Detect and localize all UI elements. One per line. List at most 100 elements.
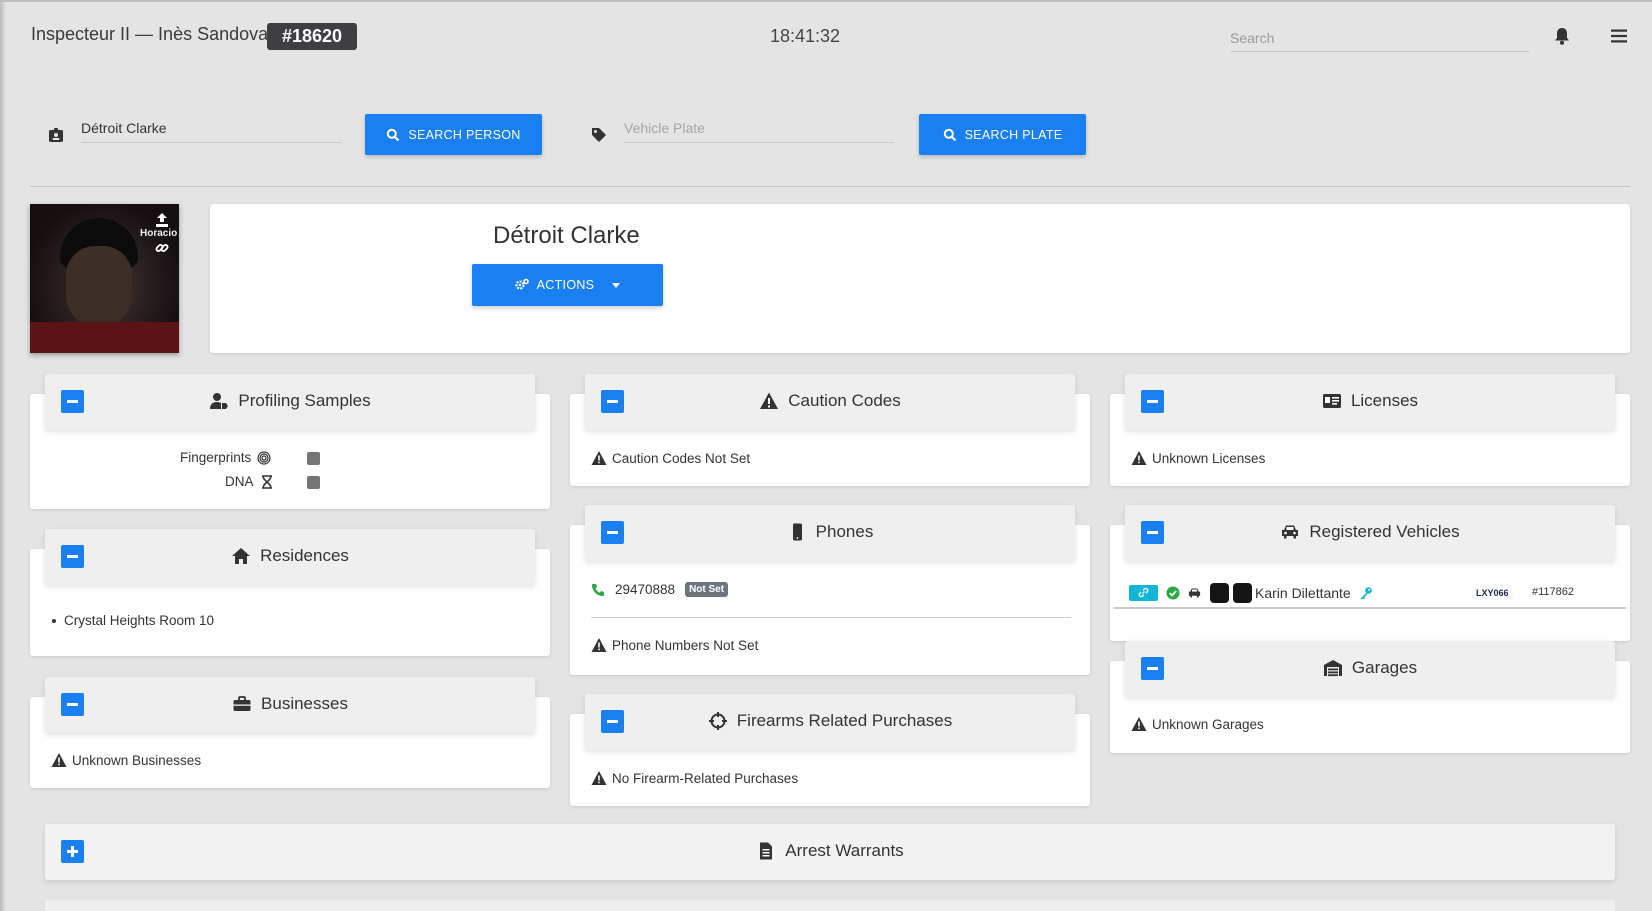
dna-label: DNA <box>225 474 254 489</box>
search-plate-button[interactable]: SEARCH PLATE <box>919 114 1086 155</box>
vehicle-name: Karin Dilettante <box>1255 585 1351 601</box>
warning-icon <box>760 392 779 409</box>
profile-card: Détroit Clarke ACTIONS <box>210 204 1630 353</box>
profiling-samples-title: Profiling Samples <box>238 391 371 410</box>
upload-icon[interactable] <box>154 212 170 228</box>
businesses-title: Businesses <box>261 694 348 713</box>
id-badge-icon <box>49 128 63 142</box>
person-search-input[interactable] <box>81 113 341 143</box>
top-border <box>0 0 1652 2</box>
phones-card: Phones 29470888 Not Set Phone Numbers No… <box>570 505 1090 675</box>
link-icon[interactable] <box>154 240 170 256</box>
residences-title: Residences <box>260 546 349 565</box>
licenses-message: Unknown Licenses <box>1131 450 1265 466</box>
not-set-badge: Not Set <box>685 582 729 597</box>
garages-card: Garages Unknown Garages <box>1110 641 1630 753</box>
search-person-button[interactable]: SEARCH PERSON <box>365 114 542 155</box>
mobile-phone-icon <box>792 523 802 541</box>
dna-icon <box>261 474 272 489</box>
actions-dropdown-button[interactable]: ACTIONS <box>472 264 663 306</box>
officer-title: Inspecteur II — Inès Sandoval <box>31 24 273 44</box>
link-icon <box>1138 587 1149 598</box>
vehicle-color-secondary <box>1233 583 1252 603</box>
warning-icon <box>591 451 607 465</box>
phones-separator <box>591 617 1071 618</box>
vehicle-row[interactable]: Karin Dilettante LXY066 #117862 <box>1114 579 1626 609</box>
businesses-header: Businesses <box>45 677 535 733</box>
clock: 18:41:32 <box>770 26 841 46</box>
bell-icon[interactable] <box>1552 26 1572 46</box>
profiling-samples-header: Profiling Samples <box>45 374 535 430</box>
residence-item: Crystal Heights Room 10 <box>52 613 214 628</box>
warning-icon <box>51 753 67 767</box>
phones-header: Phones <box>585 505 1075 561</box>
licenses-header: Licenses <box>1125 374 1615 430</box>
key-icon[interactable] <box>1359 586 1373 600</box>
licenses-card: Licenses Unknown Licenses <box>1110 374 1630 486</box>
car-icon <box>1188 588 1201 598</box>
dna-checkbox[interactable] <box>307 476 320 489</box>
residences-header: Residences <box>45 529 535 585</box>
warning-icon <box>591 771 607 785</box>
profiling-samples-card: Profiling Samples Fingerprints DNA <box>30 374 550 509</box>
phone-icon <box>592 583 604 596</box>
firearms-message: No Firearm-Related Purchases <box>591 770 798 786</box>
phones-message: Phone Numbers Not Set <box>591 637 758 653</box>
search-icon <box>943 128 956 141</box>
badge-number: #18620 <box>267 23 358 50</box>
arrest-warrants-title: Arrest Warrants <box>785 841 904 860</box>
cogs-icon <box>515 278 529 290</box>
user-tag-icon <box>210 393 229 409</box>
id-card-icon <box>1322 394 1341 408</box>
photo-caption: Horacio Ga <box>140 228 179 239</box>
warning-icon <box>591 638 607 652</box>
caution-codes-message: Caution Codes Not Set <box>591 450 750 466</box>
licenses-title: Licenses <box>1350 391 1419 410</box>
profile-photo: Horacio Ga <box>30 204 179 353</box>
vehicle-link-button[interactable] <box>1129 585 1158 601</box>
vehicle-color-primary <box>1210 583 1229 603</box>
firearms-header: Firearms Related Purchases <box>585 694 1075 750</box>
left-edge-shadow <box>0 0 6 911</box>
phone-row: 29470888 Not Set <box>591 582 729 597</box>
garages-header: Garages <box>1125 641 1615 697</box>
arrest-warrants-card: Arrest Warrants <box>30 824 1630 880</box>
photo-face <box>66 246 132 328</box>
briefcase-icon <box>233 696 251 711</box>
file-alt-icon <box>760 842 773 860</box>
photo-shirt <box>30 322 179 353</box>
fingerprints-label: Fingerprints <box>180 450 252 465</box>
caution-codes-header: Caution Codes <box>585 374 1075 430</box>
firearms-title: Firearms Related Purchases <box>736 711 953 730</box>
businesses-message: Unknown Businesses <box>51 752 201 768</box>
businesses-card: Businesses Unknown Businesses <box>30 677 550 788</box>
phones-title: Phones <box>815 522 874 541</box>
caution-codes-title: Caution Codes <box>788 391 901 410</box>
menu-icon[interactable] <box>1609 26 1629 46</box>
registered-vehicles-card: Registered Vehicles Karin Dilettante LXY… <box>1110 505 1630 641</box>
registered-vehicles-header: Registered Vehicles <box>1125 505 1615 561</box>
warning-icon <box>1131 717 1147 731</box>
check-circle-icon <box>1166 586 1180 600</box>
section-divider <box>30 186 1630 187</box>
tag-icon <box>592 128 606 142</box>
caution-codes-card: Caution Codes Caution Codes Not Set <box>570 374 1090 486</box>
global-search-input[interactable] <box>1230 24 1530 52</box>
crosshairs-icon <box>708 712 727 730</box>
phone-number[interactable]: 29470888 <box>615 582 675 597</box>
vehicle-plate: LXY066 <box>1472 587 1513 599</box>
profile-name: Détroit Clarke <box>493 222 640 249</box>
search-person-label: SEARCH PERSON <box>408 127 521 142</box>
car-icon <box>1282 525 1299 539</box>
home-icon <box>232 548 251 564</box>
garages-title: Garages <box>1351 658 1418 677</box>
fingerprints-row: Fingerprints <box>180 450 271 465</box>
firearms-card: Firearms Related Purchases No Firearm-Re… <box>570 694 1090 806</box>
search-icon <box>387 128 400 141</box>
warning-icon <box>1131 451 1147 465</box>
fingerprints-checkbox[interactable] <box>307 452 320 465</box>
plate-search-input[interactable] <box>624 113 894 143</box>
garages-message: Unknown Garages <box>1131 716 1264 732</box>
search-plate-label: SEARCH PLATE <box>964 127 1063 142</box>
registered-vehicles-title: Registered Vehicles <box>1309 522 1460 541</box>
